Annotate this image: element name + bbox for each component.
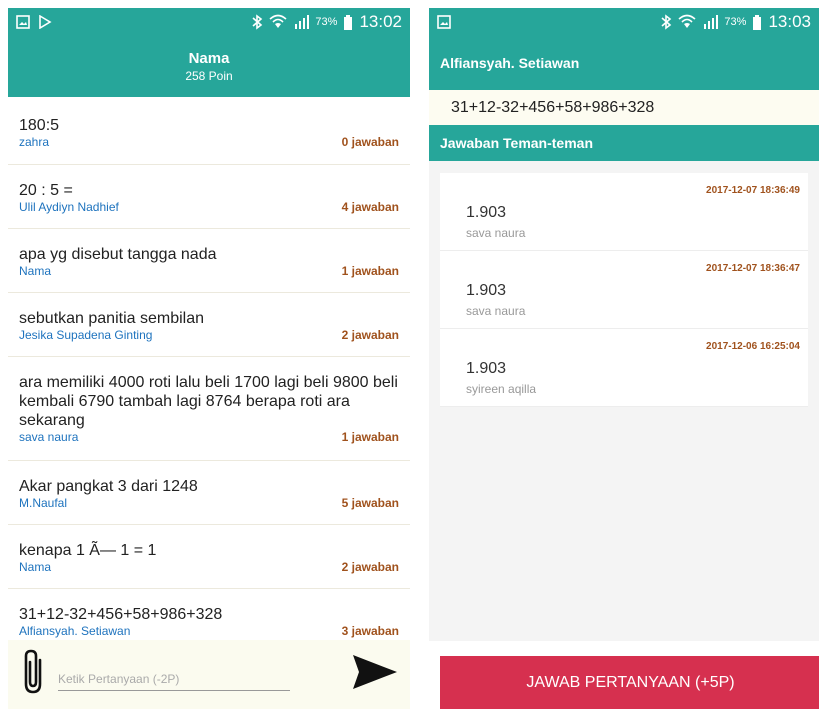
answer-count: 1 jawaban xyxy=(341,430,399,444)
answers-list: 2017-12-07 18:36:49 1.903 sava naura 201… xyxy=(429,161,819,641)
question-item[interactable]: 31+12-32+456+58+986+328 Alfiansyah. Seti… xyxy=(8,589,410,638)
question-text: Akar pangkat 3 dari 1248 xyxy=(19,478,198,495)
question-author: sava naura xyxy=(19,430,79,444)
question-author: Nama xyxy=(19,560,52,574)
question-text: sebutkan panitia sembilan xyxy=(19,310,205,327)
send-button[interactable] xyxy=(340,653,410,696)
wifi-icon xyxy=(678,14,696,30)
answer-question-button[interactable]: JAWAB PERTANYAAN (+5P) xyxy=(440,656,819,709)
clock: 13:03 xyxy=(768,12,811,31)
question-text: 180:5 xyxy=(19,117,60,134)
question-text: ara memiliki 4000 roti lalu beli 1700 la… xyxy=(19,374,398,429)
question-item[interactable]: ara memiliki 4000 roti lalu beli 1700 la… xyxy=(8,357,410,461)
battery-icon xyxy=(752,14,762,30)
answer-date: 2017-12-07 18:36:47 xyxy=(706,263,800,274)
question-author: Jesika Supadena Ginting xyxy=(19,328,153,342)
question-text: apa yg disebut tangga nada xyxy=(19,246,217,263)
user-name: Nama xyxy=(188,50,230,67)
question-author: zahra xyxy=(19,135,50,149)
question-text: 31+12-32+456+58+986+328 xyxy=(429,90,819,125)
answer-count: 0 jawaban xyxy=(341,135,399,149)
answer-author: sava naura xyxy=(466,226,526,240)
status-bar: 73% 13:03 xyxy=(429,8,819,36)
question-item[interactable]: 180:5 zahra 0 jawaban xyxy=(8,97,410,165)
answer-count: 5 jawaban xyxy=(341,496,399,510)
answer-author: syireen aqilla xyxy=(466,382,537,396)
question-item[interactable]: 20 : 5 = Ulil Aydiyn Nadhief 4 jawaban xyxy=(8,165,410,229)
user-points: 258 Poin xyxy=(185,69,233,83)
question-author-header: Alfiansyah. Setiawan xyxy=(429,36,819,90)
question-text: kenapa 1 Ã— 1 = 1 xyxy=(19,542,157,559)
gallery-icon xyxy=(437,15,451,29)
answer-value: 1.903 xyxy=(466,360,507,377)
question-detail-screen: 73% 13:03 Alfiansyah. Setiawan 31+12-32+… xyxy=(429,8,819,709)
question-item[interactable]: Akar pangkat 3 dari 1248 M.Naufal 5 jawab… xyxy=(8,461,410,525)
paperclip-icon xyxy=(20,648,46,701)
question-text: 31+12-32+456+58+986+328 xyxy=(19,606,223,623)
gallery-icon xyxy=(16,15,30,29)
answer-count: 2 jawaban xyxy=(341,328,399,342)
battery-icon xyxy=(343,14,353,30)
send-icon xyxy=(351,653,399,696)
question-item[interactable]: kenapa 1 Ã— 1 = 1 Nama 2 jawaban xyxy=(8,525,410,589)
answer-date: 2017-12-06 16:25:04 xyxy=(706,341,800,352)
battery-percent: 73% xyxy=(724,16,747,28)
answer-count: 3 jawaban xyxy=(341,624,399,638)
question-item[interactable]: sebutkan panitia sembilan Jesika Supaden… xyxy=(8,293,410,357)
play-store-icon xyxy=(38,15,52,29)
question-list: 180:5 zahra 0 jawaban 20 : 5 = Ulil Aydiy… xyxy=(8,97,410,638)
battery-percent: 73% xyxy=(315,16,338,28)
clock: 13:02 xyxy=(359,12,402,31)
question-item[interactable]: apa yg disebut tangga nada Nama 1 jawaban xyxy=(8,229,410,293)
question-author: M.Naufal xyxy=(19,496,68,510)
wifi-icon xyxy=(269,14,287,30)
answer-item: 2017-12-07 18:36:49 1.903 sava naura xyxy=(440,173,808,251)
answer-item: 2017-12-06 16:25:04 1.903 syireen aqilla xyxy=(440,329,808,407)
answer-count: 2 jawaban xyxy=(341,560,399,574)
answer-value: 1.903 xyxy=(466,204,507,221)
status-bar: 73% 13:02 xyxy=(8,8,410,36)
answers-section-title: Jawaban Teman-teman xyxy=(429,125,819,161)
bluetooth-icon xyxy=(660,14,672,30)
bluetooth-icon xyxy=(251,14,263,30)
answer-value: 1.903 xyxy=(466,282,507,299)
question-text: 20 : 5 = xyxy=(19,182,73,199)
signal-icon xyxy=(702,15,719,29)
answer-author: sava naura xyxy=(466,304,526,318)
question-list-screen: 73% 13:02 Nama 258 Poin 180:5 zahra 0 jaw… xyxy=(8,8,410,709)
answer-date: 2017-12-07 18:36:49 xyxy=(706,185,800,196)
question-author: Alfiansyah. Setiawan xyxy=(19,624,131,638)
question-author: Ulil Aydiyn Nadhief xyxy=(19,200,119,214)
signal-icon xyxy=(293,15,310,29)
answer-count: 1 jawaban xyxy=(341,264,399,278)
question-author: Nama xyxy=(19,264,52,278)
question-input[interactable] xyxy=(58,668,290,691)
profile-header: Nama 258 Poin xyxy=(8,36,410,97)
answer-item: 2017-12-07 18:36:47 1.903 sava naura xyxy=(440,251,808,329)
question-composer xyxy=(8,640,410,709)
attach-button[interactable] xyxy=(8,648,58,701)
answer-count: 4 jawaban xyxy=(341,200,399,214)
